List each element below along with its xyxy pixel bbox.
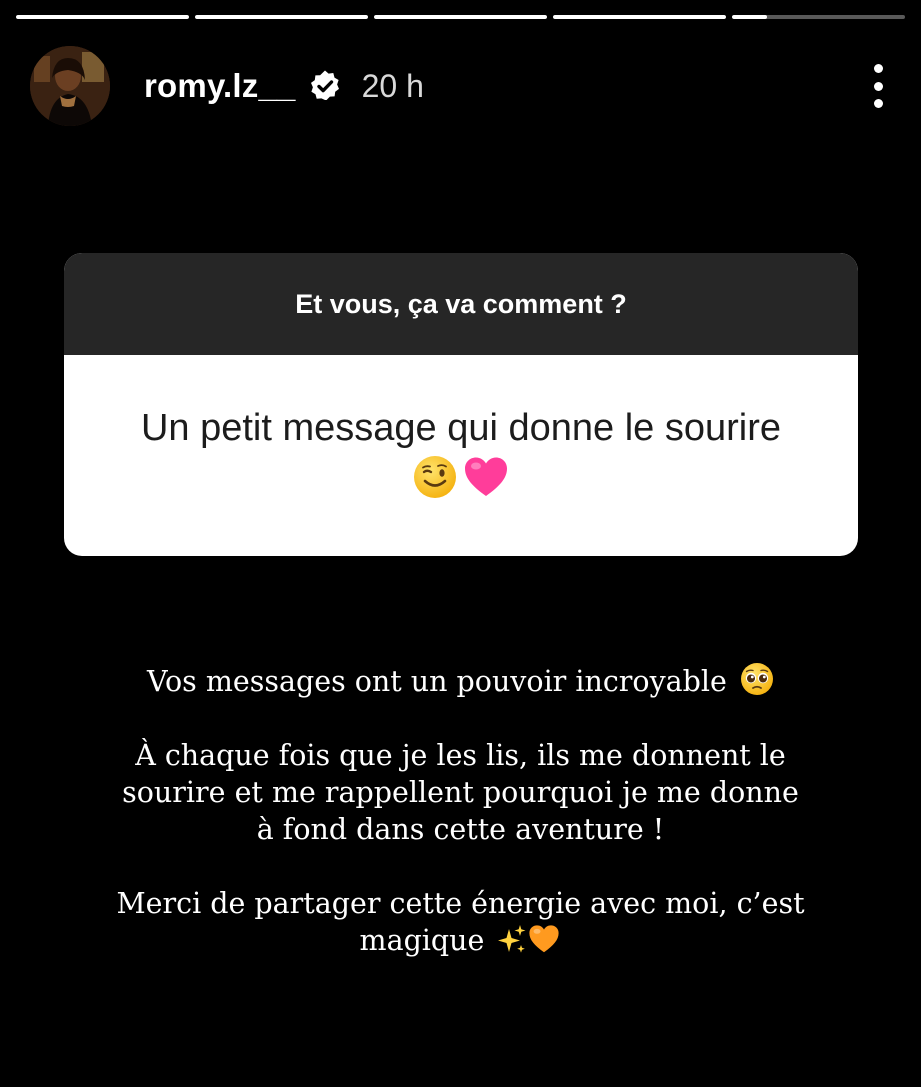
post-time: 20 h [361,67,424,104]
caption-paragraph-3: Merci de partager cette énergie avec moi… [70,885,851,959]
story-segment-2 [195,15,368,19]
sticker-answer: Un petit message qui donne le sourire [140,406,782,449]
caption-paragraph-2: À chaque fois que je les lis, ils me don… [70,737,851,848]
sparkles-emoji-icon [498,925,526,953]
pleading-face-emoji-icon [740,663,773,695]
profile-photo-icon [30,46,110,126]
pink-heart-emoji-icon [465,457,507,496]
caption-line: Vos messages ont un pouvoir incroyable [147,665,727,698]
winking-face-emoji-icon [414,455,456,498]
sticker-answer-box: Un petit message qui donne le sourire [64,355,858,556]
story-progress-bar [16,15,905,19]
story-segment-3 [374,15,547,19]
more-options-icon[interactable] [871,64,885,108]
caption-line: sourire et me rappellent pourquoi je me … [122,776,799,809]
question-sticker[interactable]: Et vous, ça va comment ? Un petit messag… [64,253,858,556]
username[interactable]: romy.lz__ [144,67,296,105]
caption-paragraph-1: Vos messages ont un pouvoir incroyable [70,662,851,700]
sticker-question: Et vous, ça va comment ? [64,253,858,355]
answer-emojis [412,454,510,500]
story-segment-1 [16,15,189,19]
caption-line: à fond dans cette aventure ! [256,813,665,846]
story-segment-4 [553,15,726,19]
avatar[interactable] [30,46,110,126]
story-header: romy.lz__ 20 h [30,44,891,128]
verified-badge-icon [308,69,342,103]
caption-line: Merci de partager cette énergie avec moi… [116,887,805,920]
caption-line: À chaque fois que je les lis, ils me don… [135,739,786,772]
story-caption: Vos messages ont un pouvoir incroyable À… [70,662,851,996]
story-segment-5 [732,15,905,19]
orange-heart-emoji-icon [529,925,560,953]
caption-line: magique [359,924,485,957]
